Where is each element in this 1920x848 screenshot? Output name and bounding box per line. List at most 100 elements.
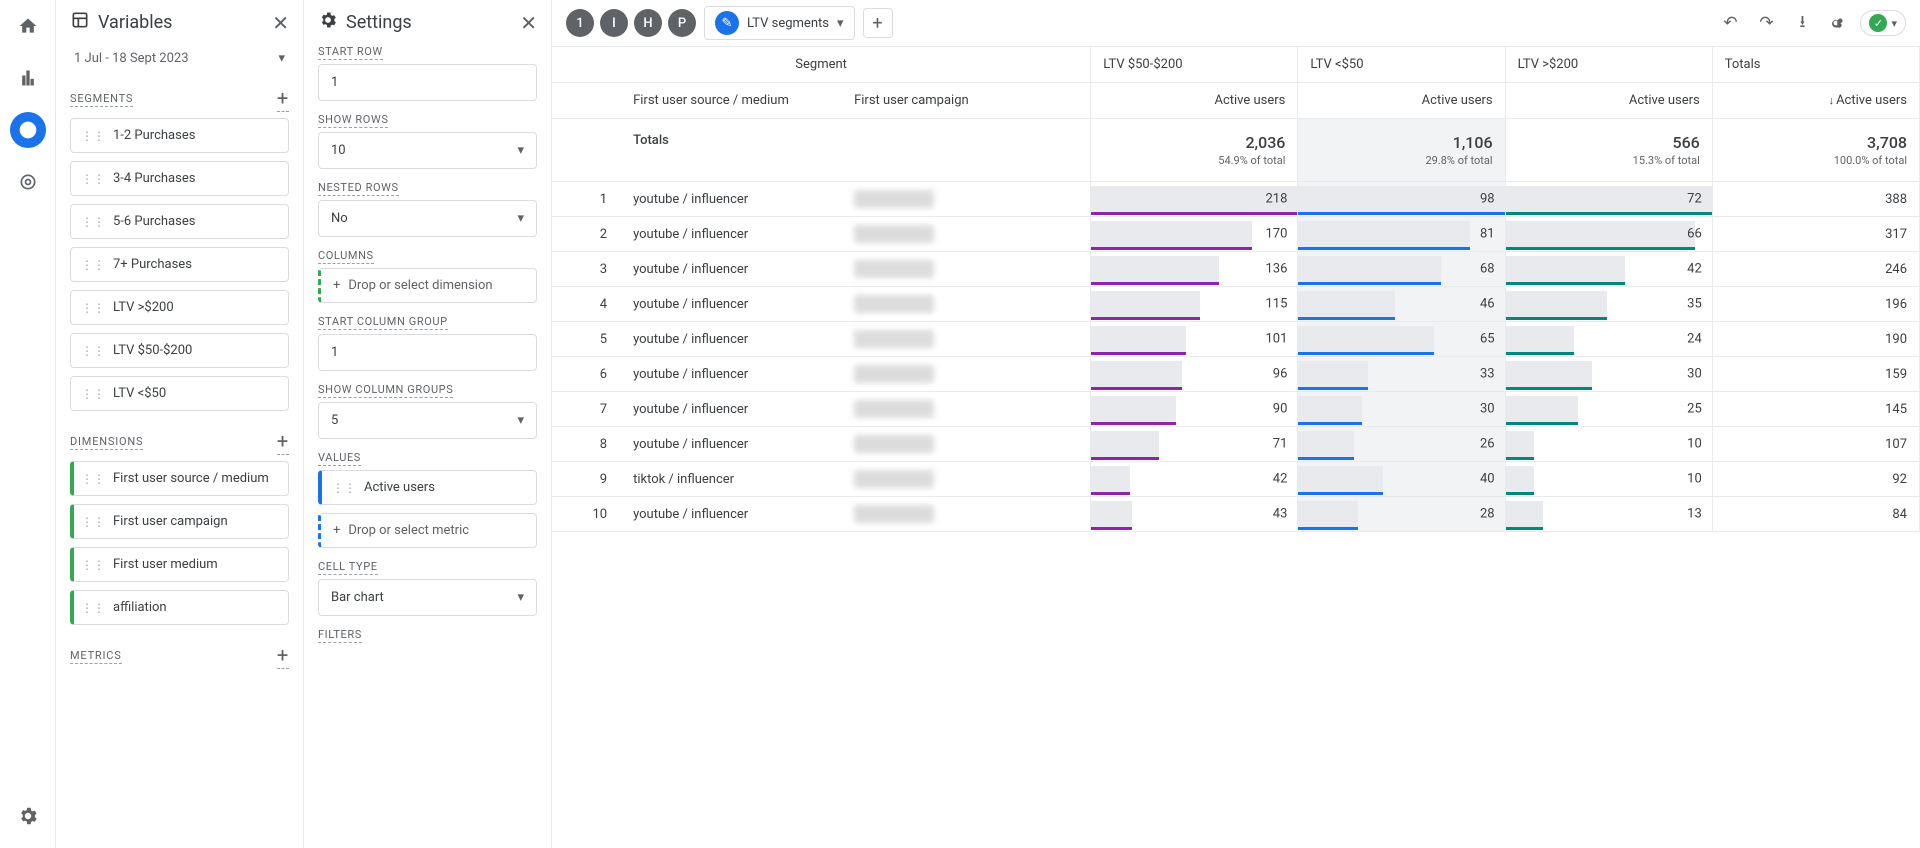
caret-down-icon: ▾ <box>517 211 524 226</box>
segment-label: 3-4 Purchases <box>113 171 195 186</box>
tab-badge[interactable]: P <box>668 9 696 37</box>
col-seg-2[interactable]: LTV >$200 <box>1505 47 1712 83</box>
sort-metric-label: Active users <box>1836 93 1907 108</box>
row-campaign-blurred <box>842 217 1091 252</box>
tab-badge[interactable]: 1 <box>566 9 594 37</box>
plus-icon: + <box>333 523 340 538</box>
table-row[interactable]: 9tiktok / influencer42401092 <box>552 462 1920 497</box>
bar-cell: 30 <box>1298 392 1504 426</box>
add-metric-button[interactable]: + <box>277 643 289 669</box>
segment-chip[interactable]: ⋮⋮LTV >$200 <box>70 290 289 325</box>
redo-button[interactable]: ↷ <box>1752 9 1780 37</box>
dimension-chip[interactable]: ⋮⋮First user medium <box>70 547 289 582</box>
gear-icon[interactable] <box>10 798 46 834</box>
table-row[interactable]: 5youtube / influencer1016524190 <box>552 322 1920 357</box>
col-seg-3[interactable]: Totals <box>1712 47 1919 83</box>
bar-cell: 81 <box>1298 217 1504 251</box>
add-dimension-button[interactable]: + <box>277 429 289 455</box>
metric-hdr-sort[interactable]: ↓Active users <box>1712 83 1919 119</box>
segment-chip[interactable]: ⋮⋮LTV $50-$200 <box>70 333 289 368</box>
table-row[interactable]: 2youtube / influencer1708166317 <box>552 217 1920 252</box>
nested-rows-select[interactable]: No▾ <box>318 200 537 237</box>
close-settings-button[interactable]: ✕ <box>520 11 537 35</box>
columns-label: COLUMNS <box>318 249 374 264</box>
date-range-label: 1 Jul - 18 Sept 2023 <box>74 51 189 66</box>
segment-label: LTV <$50 <box>113 386 166 401</box>
table-row[interactable]: 10youtube / influencer43281384 <box>552 497 1920 532</box>
segment-chip[interactable]: ⋮⋮5-6 Purchases <box>70 204 289 239</box>
dimension-chip[interactable]: ⋮⋮First user campaign <box>70 504 289 539</box>
active-tab[interactable]: ✎ LTV segments ▾ <box>704 6 855 40</box>
segment-label: 5-6 Purchases <box>113 214 195 229</box>
row-dim-1[interactable]: First user campaign <box>842 83 1091 119</box>
home-icon[interactable] <box>10 8 46 44</box>
bar-cell: 46 <box>1298 287 1504 321</box>
show-col-groups-select[interactable]: 5▾ <box>318 402 537 439</box>
share-button[interactable] <box>1824 9 1852 37</box>
download-button[interactable]: ⭳ <box>1788 9 1816 37</box>
variables-panel: Variables ✕ 1 Jul - 18 Sept 2023 ▾ SEGME… <box>56 0 304 848</box>
show-rows-select[interactable]: 10▾ <box>318 132 537 169</box>
date-range-picker[interactable]: 1 Jul - 18 Sept 2023 ▾ <box>70 45 289 76</box>
add-tab-button[interactable]: + <box>863 8 893 38</box>
reports-icon[interactable] <box>10 60 46 96</box>
table-row[interactable]: 1youtube / influencer2189872388 <box>552 182 1920 217</box>
explore-icon[interactable] <box>10 112 46 148</box>
row-campaign-blurred <box>842 252 1091 287</box>
undo-button[interactable]: ↶ <box>1716 9 1744 37</box>
segment-label: 1-2 Purchases <box>113 128 195 143</box>
dimension-chip[interactable]: ⋮⋮First user source / medium <box>70 461 289 496</box>
row-index: 8 <box>552 427 621 462</box>
drag-handle-icon: ⋮⋮ <box>81 303 105 313</box>
close-variables-button[interactable]: ✕ <box>272 11 289 35</box>
metric-hdr-2[interactable]: Active users <box>1505 83 1712 119</box>
value-chip-active-users[interactable]: ⋮⋮Active users <box>318 470 537 505</box>
row-index: 3 <box>552 252 621 287</box>
table-row[interactable]: 3youtube / influencer1366842246 <box>552 252 1920 287</box>
advertising-icon[interactable] <box>10 164 46 200</box>
start-col-group-input[interactable] <box>318 334 537 371</box>
caret-down-icon: ▾ <box>517 590 524 605</box>
value-chip-label: Active users <box>364 480 435 495</box>
table-row[interactable]: 6youtube / influencer963330159 <box>552 357 1920 392</box>
bar-cell: 115 <box>1091 287 1297 321</box>
segment-chip[interactable]: ⋮⋮LTV <$50 <box>70 376 289 411</box>
totals-val-0: 2,036 <box>1103 133 1285 152</box>
row-dim-0[interactable]: First user source / medium <box>621 83 842 119</box>
cell-type-label: CELL TYPE <box>318 560 378 575</box>
segment-chip[interactable]: ⋮⋮3-4 Purchases <box>70 161 289 196</box>
table-row[interactable]: 7youtube / influencer903025145 <box>552 392 1920 427</box>
metric-hdr-1[interactable]: Active users <box>1298 83 1505 119</box>
bar-cell: 68 <box>1298 252 1504 286</box>
dimension-chip[interactable]: ⋮⋮affiliation <box>70 590 289 625</box>
segment-chip[interactable]: ⋮⋮7+ Purchases <box>70 247 289 282</box>
show-col-groups-value: 5 <box>331 413 338 428</box>
start-row-label: START ROW <box>318 45 383 60</box>
pencil-icon: ✎ <box>715 11 739 35</box>
status-pill[interactable]: ✓▾ <box>1860 10 1906 36</box>
total-cell: 246 <box>1712 252 1919 287</box>
drop-dimension-label: Drop or select dimension <box>348 278 492 293</box>
bar-cell: 28 <box>1298 497 1504 531</box>
bar-cell: 10 <box>1506 427 1712 461</box>
metric-hdr-0[interactable]: Active users <box>1091 83 1298 119</box>
tab-badge[interactable]: H <box>634 9 662 37</box>
columns-drop-zone[interactable]: +Drop or select dimension <box>318 268 537 303</box>
row-campaign-blurred <box>842 392 1091 427</box>
total-cell: 317 <box>1712 217 1919 252</box>
table-row[interactable]: 4youtube / influencer1154635196 <box>552 287 1920 322</box>
gear-icon <box>318 10 338 35</box>
tab-badge[interactable]: I <box>600 9 628 37</box>
add-segment-button[interactable]: + <box>277 86 289 112</box>
col-seg-0[interactable]: LTV $50-$200 <box>1091 47 1298 83</box>
bar-cell: 98 <box>1298 182 1504 216</box>
table-row[interactable]: 8youtube / influencer712610107 <box>552 427 1920 462</box>
cell-type-select[interactable]: Bar chart▾ <box>318 579 537 616</box>
values-drop-zone[interactable]: +Drop or select metric <box>318 513 537 548</box>
row-index: 6 <box>552 357 621 392</box>
row-index: 10 <box>552 497 621 532</box>
segment-chip[interactable]: ⋮⋮1-2 Purchases <box>70 118 289 153</box>
col-seg-1[interactable]: LTV <$50 <box>1298 47 1505 83</box>
bar-cell: 218 <box>1091 182 1297 216</box>
start-row-input[interactable] <box>318 64 537 101</box>
